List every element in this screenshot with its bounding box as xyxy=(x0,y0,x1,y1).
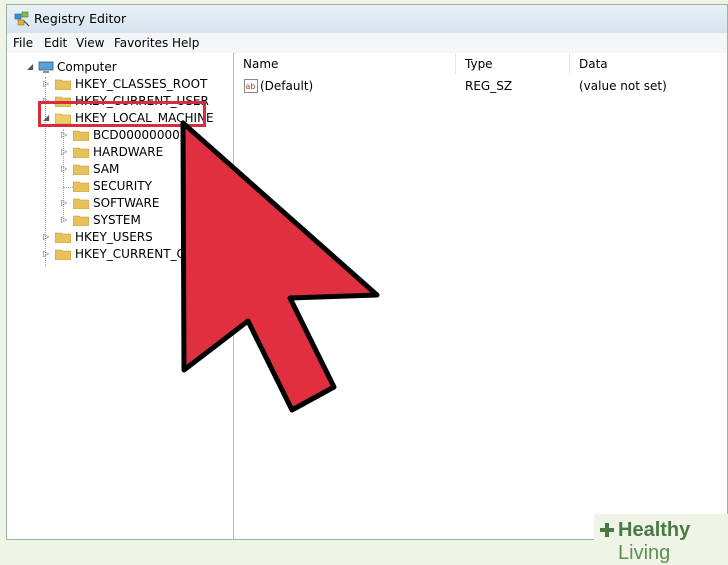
tree-node-label: SOFTWARE xyxy=(93,196,160,210)
string-value-icon: ab xyxy=(244,79,258,93)
highlight-box-hkey-local-machine xyxy=(38,101,206,127)
computer-icon xyxy=(38,61,54,73)
expand-arrow-icon[interactable]: ▷ xyxy=(61,131,67,139)
menu-help[interactable]: Help xyxy=(172,36,199,50)
folder-icon xyxy=(73,164,89,175)
collapse-arrow-icon[interactable]: ◢ xyxy=(27,63,33,71)
folder-icon xyxy=(55,79,71,90)
folder-icon xyxy=(55,232,71,243)
healthy-living-logo: Healthy Living xyxy=(594,514,728,564)
tree-node-label: HKEY_USERS xyxy=(75,230,153,244)
folder-icon xyxy=(73,215,89,226)
folder-icon xyxy=(73,147,89,158)
tree-node-label: HARDWARE xyxy=(93,145,164,159)
expand-arrow-icon[interactable]: ▷ xyxy=(43,233,49,241)
expand-arrow-icon[interactable]: ▷ xyxy=(61,199,67,207)
menu-view[interactable]: View xyxy=(76,36,104,50)
registry-editor-window: Registry Editor File Edit View Favorites… xyxy=(6,4,728,540)
values-list[interactable]: Name Type Data ab (Default) REG_SZ (valu… xyxy=(235,53,727,539)
folder-icon xyxy=(73,198,89,209)
column-header-type[interactable]: Type xyxy=(457,53,570,75)
value-type: REG_SZ xyxy=(465,79,513,93)
menu-edit[interactable]: Edit xyxy=(44,36,67,50)
menu-favorites[interactable]: Favorites xyxy=(114,36,168,50)
expand-arrow-icon[interactable]: ▷ xyxy=(61,165,67,173)
expand-arrow-icon[interactable]: ▷ xyxy=(61,148,67,156)
tree-node-label: SAM xyxy=(93,162,120,176)
menu-bar: File Edit View Favorites Help xyxy=(7,33,727,54)
value-data: (value not set) xyxy=(579,79,667,93)
expand-arrow-icon[interactable]: ▷ xyxy=(61,216,67,224)
expand-arrow-icon[interactable]: ▷ xyxy=(43,80,49,88)
tree-node-label: HKEY_CURRENT_CONFIG xyxy=(75,247,224,261)
folder-icon xyxy=(73,130,89,141)
value-name: (Default) xyxy=(260,79,314,93)
folder-icon xyxy=(55,249,71,260)
registry-editor-icon xyxy=(14,11,30,27)
window-title: Registry Editor xyxy=(34,11,127,26)
expand-arrow-icon[interactable]: ▷ xyxy=(43,250,49,258)
tree-node-label: HKEY_CLASSES_ROOT xyxy=(75,77,208,91)
folder-icon xyxy=(73,181,89,192)
tree-node-label: SECURITY xyxy=(93,179,152,193)
svg-text:ab: ab xyxy=(246,82,256,91)
tree-node-label: BCD00000000 xyxy=(93,128,180,142)
tree-node-label: SYSTEM xyxy=(93,213,141,227)
column-header-name[interactable]: Name xyxy=(235,53,456,75)
column-header-data[interactable]: Data xyxy=(571,53,728,75)
title-bar: Registry Editor xyxy=(7,5,727,34)
menu-file[interactable]: File xyxy=(13,36,33,50)
tree-node-label: Computer xyxy=(57,60,117,74)
plus-icon xyxy=(600,523,614,537)
